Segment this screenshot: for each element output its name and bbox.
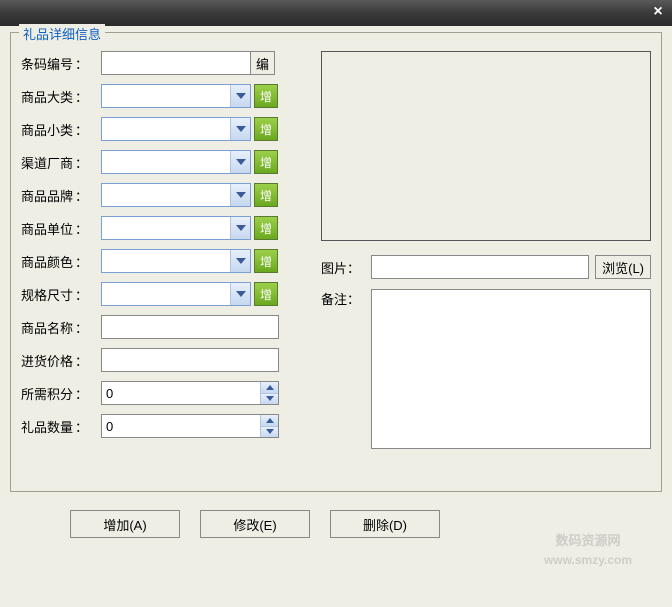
add-minor-cat-button[interactable]: 增	[254, 117, 278, 141]
vendor-combo[interactable]	[101, 150, 251, 174]
chevron-down-icon[interactable]	[260, 427, 278, 438]
image-path-input[interactable]	[371, 255, 589, 279]
row-color: 商品颜色： 增	[21, 249, 301, 273]
label-color: 商品颜色：	[21, 252, 101, 271]
color-combo[interactable]	[101, 249, 251, 273]
action-buttons: 增加(A) 修改(E) 删除(D)	[10, 492, 662, 538]
add-unit-button[interactable]: 增	[254, 216, 278, 240]
row-qty: 礼品数量： 0	[21, 414, 301, 438]
delete-button[interactable]: 删除(D)	[330, 510, 440, 538]
close-icon[interactable]: ×	[648, 3, 668, 21]
right-column: 图片： 浏览(L) 备注：	[321, 51, 651, 479]
left-column: 条码编号： 编 商品大类： 增 商品小类：	[21, 51, 301, 479]
chevron-down-icon[interactable]	[230, 118, 250, 140]
group-title: 礼品详细信息	[19, 24, 105, 43]
row-vendor: 渠道厂商： 增	[21, 150, 301, 174]
chevron-down-icon[interactable]	[230, 283, 250, 305]
row-major-cat: 商品大类： 增	[21, 84, 301, 108]
row-brand: 商品品牌： 增	[21, 183, 301, 207]
label-major-cat: 商品大类：	[21, 87, 101, 106]
label-image: 图片：	[321, 258, 371, 277]
label-brand: 商品品牌：	[21, 186, 101, 205]
points-stepper[interactable]: 0	[101, 381, 279, 405]
add-button[interactable]: 增加(A)	[70, 510, 180, 538]
row-minor-cat: 商品小类： 增	[21, 117, 301, 141]
label-barcode: 条码编号：	[21, 54, 101, 73]
label-vendor: 渠道厂商：	[21, 153, 101, 172]
row-points: 所需积分： 0	[21, 381, 301, 405]
chevron-down-icon[interactable]	[230, 250, 250, 272]
label-name: 商品名称：	[21, 318, 101, 337]
label-notes: 备注：	[321, 289, 371, 308]
add-color-button[interactable]: 增	[254, 249, 278, 273]
browse-button[interactable]: 浏览(L)	[595, 255, 651, 279]
unit-combo[interactable]	[101, 216, 251, 240]
label-minor-cat: 商品小类：	[21, 120, 101, 139]
chevron-down-icon[interactable]	[230, 151, 250, 173]
row-notes: 备注：	[321, 289, 651, 469]
gift-detail-group: 礼品详细信息 条码编号： 编 商品大类： 增	[10, 32, 662, 492]
chevron-up-icon[interactable]	[260, 415, 278, 427]
edit-button[interactable]: 修改(E)	[200, 510, 310, 538]
spec-combo[interactable]	[101, 282, 251, 306]
major-cat-combo[interactable]	[101, 84, 251, 108]
label-unit: 商品单位：	[21, 219, 101, 238]
row-image: 图片： 浏览(L)	[321, 255, 651, 279]
label-points: 所需积分：	[21, 384, 101, 403]
add-spec-button[interactable]: 增	[254, 282, 278, 306]
add-major-cat-button[interactable]: 增	[254, 84, 278, 108]
row-barcode: 条码编号： 编	[21, 51, 301, 75]
cost-input[interactable]	[101, 348, 279, 372]
chevron-down-icon[interactable]	[230, 217, 250, 239]
row-spec: 规格尺寸： 增	[21, 282, 301, 306]
label-cost: 进货价格：	[21, 351, 101, 370]
chevron-down-icon[interactable]	[230, 184, 250, 206]
chevron-down-icon[interactable]	[230, 85, 250, 107]
add-vendor-button[interactable]: 增	[254, 150, 278, 174]
barcode-gen-button[interactable]: 编	[251, 51, 275, 75]
image-preview	[321, 51, 651, 241]
brand-combo[interactable]	[101, 183, 251, 207]
notes-textarea[interactable]	[371, 289, 651, 449]
label-qty: 礼品数量：	[21, 417, 101, 436]
row-unit: 商品单位： 增	[21, 216, 301, 240]
name-input[interactable]	[101, 315, 279, 339]
barcode-input[interactable]	[101, 51, 251, 75]
chevron-down-icon[interactable]	[260, 394, 278, 405]
titlebar: ×	[0, 0, 672, 26]
row-cost: 进货价格：	[21, 348, 301, 372]
chevron-up-icon[interactable]	[260, 382, 278, 394]
label-spec: 规格尺寸：	[21, 285, 101, 304]
content: 礼品详细信息 条码编号： 编 商品大类： 增	[0, 26, 672, 548]
add-brand-button[interactable]: 增	[254, 183, 278, 207]
row-name: 商品名称：	[21, 315, 301, 339]
minor-cat-combo[interactable]	[101, 117, 251, 141]
qty-stepper[interactable]: 0	[101, 414, 279, 438]
